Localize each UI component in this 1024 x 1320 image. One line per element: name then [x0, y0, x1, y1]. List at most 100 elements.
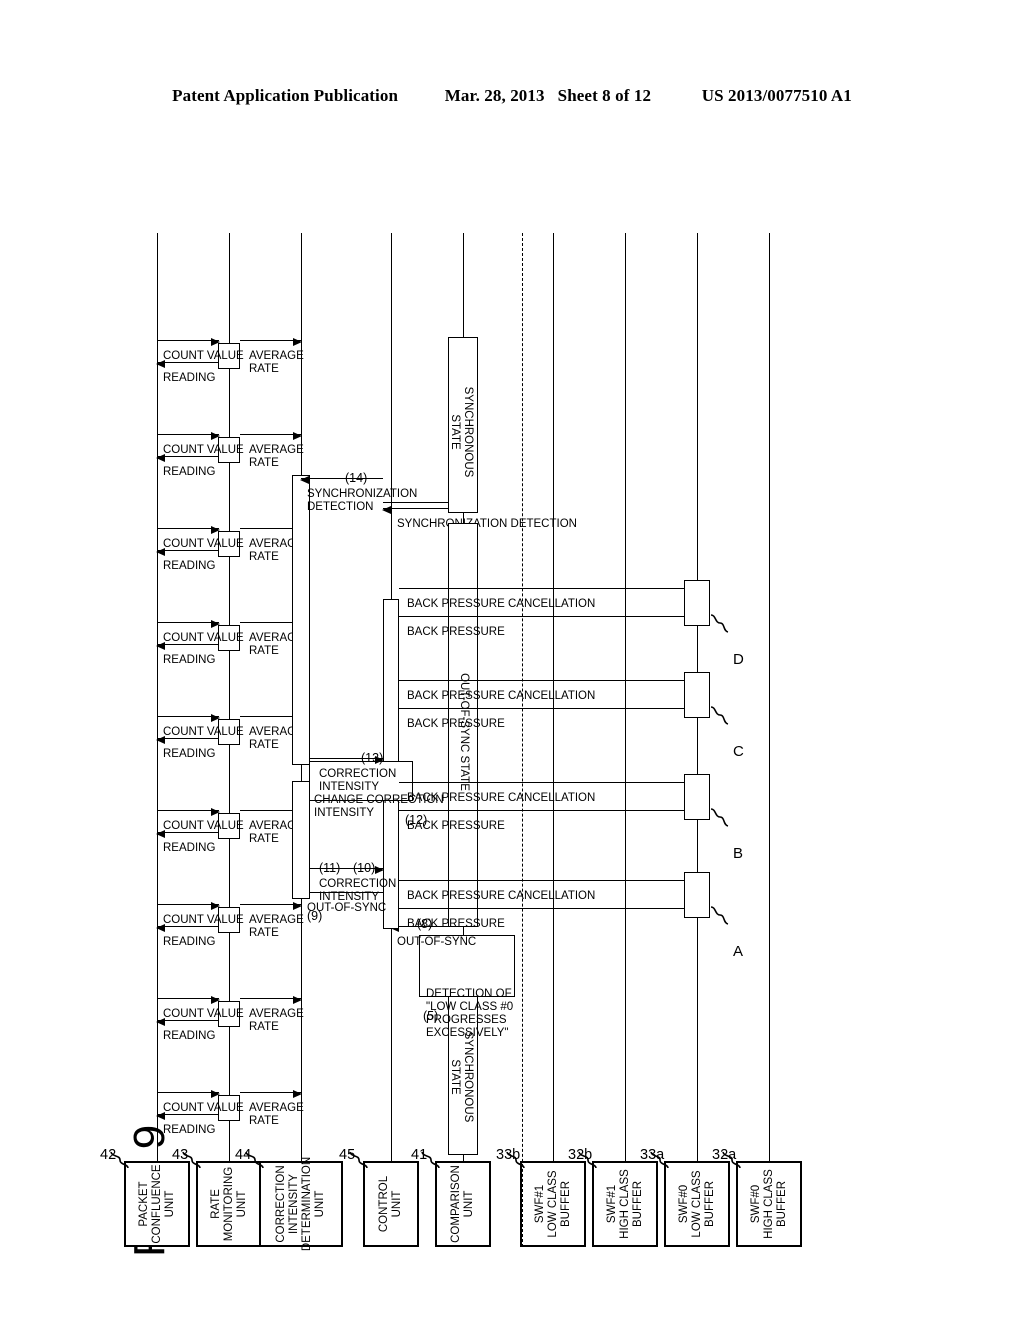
terminal-leader-C: [710, 706, 729, 725]
caption-line: OUT-OF-SYNC: [397, 936, 477, 948]
note-line: EXCESSIVELY": [426, 1027, 509, 1039]
message-arrowhead: [293, 995, 302, 1004]
actor-label-line: SWF#0: [677, 1184, 690, 1224]
note-text: SYNCHRONOUS STATE: [448, 344, 474, 520]
caption-count-value-8: COUNT VALUE: [163, 444, 244, 457]
caption-line: READING: [163, 654, 216, 666]
caption-back-pressure-C: BACK PRESSURE: [407, 718, 505, 731]
caption-line: BACK PRESSURE CANCELLATION: [407, 690, 596, 702]
actor-box-swf0-low-class-buffer: SWF#0 LOW CLASS BUFFER: [664, 1161, 730, 1247]
actor-label-line: UNIT: [463, 1190, 475, 1218]
terminal-label-C: C: [733, 743, 744, 760]
reference-leader-43: [182, 1151, 201, 1169]
terminal-label-D: D: [733, 651, 744, 668]
step-number-5: (5): [423, 1009, 439, 1023]
caption-line: COUNT VALUE: [163, 538, 244, 550]
actor-box-swf1-low-class-buffer: SWF#1 LOW CLASS BUFFER: [520, 1161, 586, 1247]
caption-line: CORRECTION: [319, 768, 397, 780]
caption-average-rate-3: AVERAGE RATE: [249, 914, 304, 939]
patent-number: US 2013/0077510 A1: [701, 86, 852, 105]
actor-label-line: BUFFER: [631, 1181, 644, 1227]
caption-reading-8: READING: [163, 466, 215, 479]
message-arrowhead: [211, 901, 220, 910]
caption-count-value-2: COUNT VALUE: [163, 1008, 244, 1021]
caption-out-of-sync-8: OUT-OF-SYNC: [397, 936, 476, 949]
caption-line: AVERAGE: [249, 350, 304, 362]
sheet-number: Sheet 8 of 12: [557, 86, 652, 105]
message-arrowhead: [300, 475, 309, 484]
section-divider: [522, 233, 523, 1247]
actor-label-line: BUFFER: [703, 1181, 716, 1227]
actor-label-line: PACKET: [137, 1181, 150, 1227]
caption-line: BACK PRESSURE: [407, 718, 505, 730]
note-line: PROGRESSES: [426, 1014, 507, 1026]
note-line: OUT-OF-SYNC STATE: [458, 673, 470, 791]
reference-leader-45: [349, 1151, 368, 1169]
message-shaft: [399, 708, 697, 709]
caption-line: COUNT VALUE: [163, 444, 244, 456]
caption-average-rate-1: AVERAGE RATE: [249, 1102, 304, 1127]
actor-label-line: MONITORING: [222, 1166, 235, 1242]
terminal-box-C: [684, 672, 710, 718]
actor-label-line: BUFFER: [559, 1181, 572, 1227]
caption-line: CORRECTION: [319, 878, 397, 890]
caption-reading-5: READING: [163, 748, 215, 761]
caption-line: RATE: [249, 362, 279, 375]
actor-box-swf1-high-class-buffer: SWF#1 HIGH CLASS BUFFER: [592, 1161, 658, 1247]
terminal-box-B: [684, 774, 710, 820]
caption-line: READING: [163, 372, 216, 384]
message-shaft: [399, 680, 697, 681]
caption-average-rate-9: AVERAGE RATE: [249, 350, 304, 375]
caption-line: READING: [163, 842, 216, 854]
actor-label-line: CONFLUENCE: [150, 1164, 163, 1244]
caption-back-pressure-cancellation-D: BACK PRESSURE CANCELLATION: [407, 598, 595, 611]
actor-box-correction-intensity-determination-unit: CORRECTION INTENSITY DETERMINATION UNIT: [259, 1157, 343, 1251]
message-shaft: [157, 1092, 219, 1093]
caption-line: READING: [163, 1030, 216, 1042]
caption-reading-9: READING: [163, 372, 215, 385]
caption-back-pressure-cancellation-A: BACK PRESSURE CANCELLATION: [407, 890, 595, 903]
caption-line: COUNT VALUE: [163, 632, 244, 644]
caption-synchronization-detection-14: SYNCHRONIZATION DETECTION: [307, 488, 417, 513]
message-arrowhead: [293, 337, 302, 346]
caption-line: COUNT VALUE: [163, 350, 244, 362]
actor-label-line: UNIT: [235, 1190, 248, 1218]
figure-rotation-wrapper: FIG. 9 PACKETCONFLUENCEUNIT42RATEMONITOR…: [100, 225, 907, 1265]
message-arrowhead: [293, 1089, 302, 1098]
step-number-14: (14): [345, 471, 368, 485]
actor-label-line: HIGH CLASS: [618, 1169, 631, 1239]
caption-line: READING: [163, 748, 216, 760]
actor-box-rate-monitoring-unit: RATE MONITORING UNIT: [196, 1161, 262, 1247]
actor-box-control-unit: CONTROL UNIT: [363, 1161, 419, 1247]
message-arrowhead: [211, 337, 220, 346]
message-shaft: [157, 528, 219, 529]
message-shaft: [399, 616, 697, 617]
message-shaft: [399, 782, 697, 783]
actor-box-packet-confluence-unit: PACKET CONFLUENCE UNIT: [124, 1161, 190, 1247]
caption-line: READING: [163, 560, 216, 572]
message-arrowhead: [211, 619, 220, 628]
caption-count-value-9: COUNT VALUE: [163, 350, 244, 363]
caption-line: BACK PRESSURE: [407, 918, 505, 930]
message-arrowhead: [211, 713, 220, 722]
step-number-9: (9): [307, 909, 323, 923]
publication-title: Patent Application Publication: [172, 86, 399, 105]
caption-line: BACK PRESSURE CANCELLATION: [407, 598, 596, 610]
caption-line: READING: [163, 936, 216, 948]
caption-average-rate-8: AVERAGE RATE: [249, 444, 304, 469]
message-arrowhead: [211, 525, 220, 534]
message-shaft: [240, 434, 301, 435]
message-shaft: [157, 622, 219, 623]
caption-line: COUNT VALUE: [163, 1008, 244, 1020]
caption-line: RATE: [249, 1020, 279, 1033]
note-line: STATE: [449, 414, 461, 450]
caption-count-value-1: COUNT VALUE: [163, 1102, 244, 1115]
caption-correction-intensity-11: CORRECTION INTENSITY: [319, 878, 396, 903]
lifeline-swf0-high-class-buffer: [769, 233, 770, 1161]
message-arrowhead: [211, 1089, 220, 1098]
figure-9-sequence-diagram: FIG. 9 PACKETCONFLUENCEUNIT42RATEMONITOR…: [100, 225, 907, 1265]
caption-line: COUNT VALUE: [163, 820, 244, 832]
message-shaft: [240, 998, 301, 999]
actor-label-line: COMPARISON: [450, 1165, 462, 1243]
reference-leader-32b: [578, 1151, 597, 1169]
